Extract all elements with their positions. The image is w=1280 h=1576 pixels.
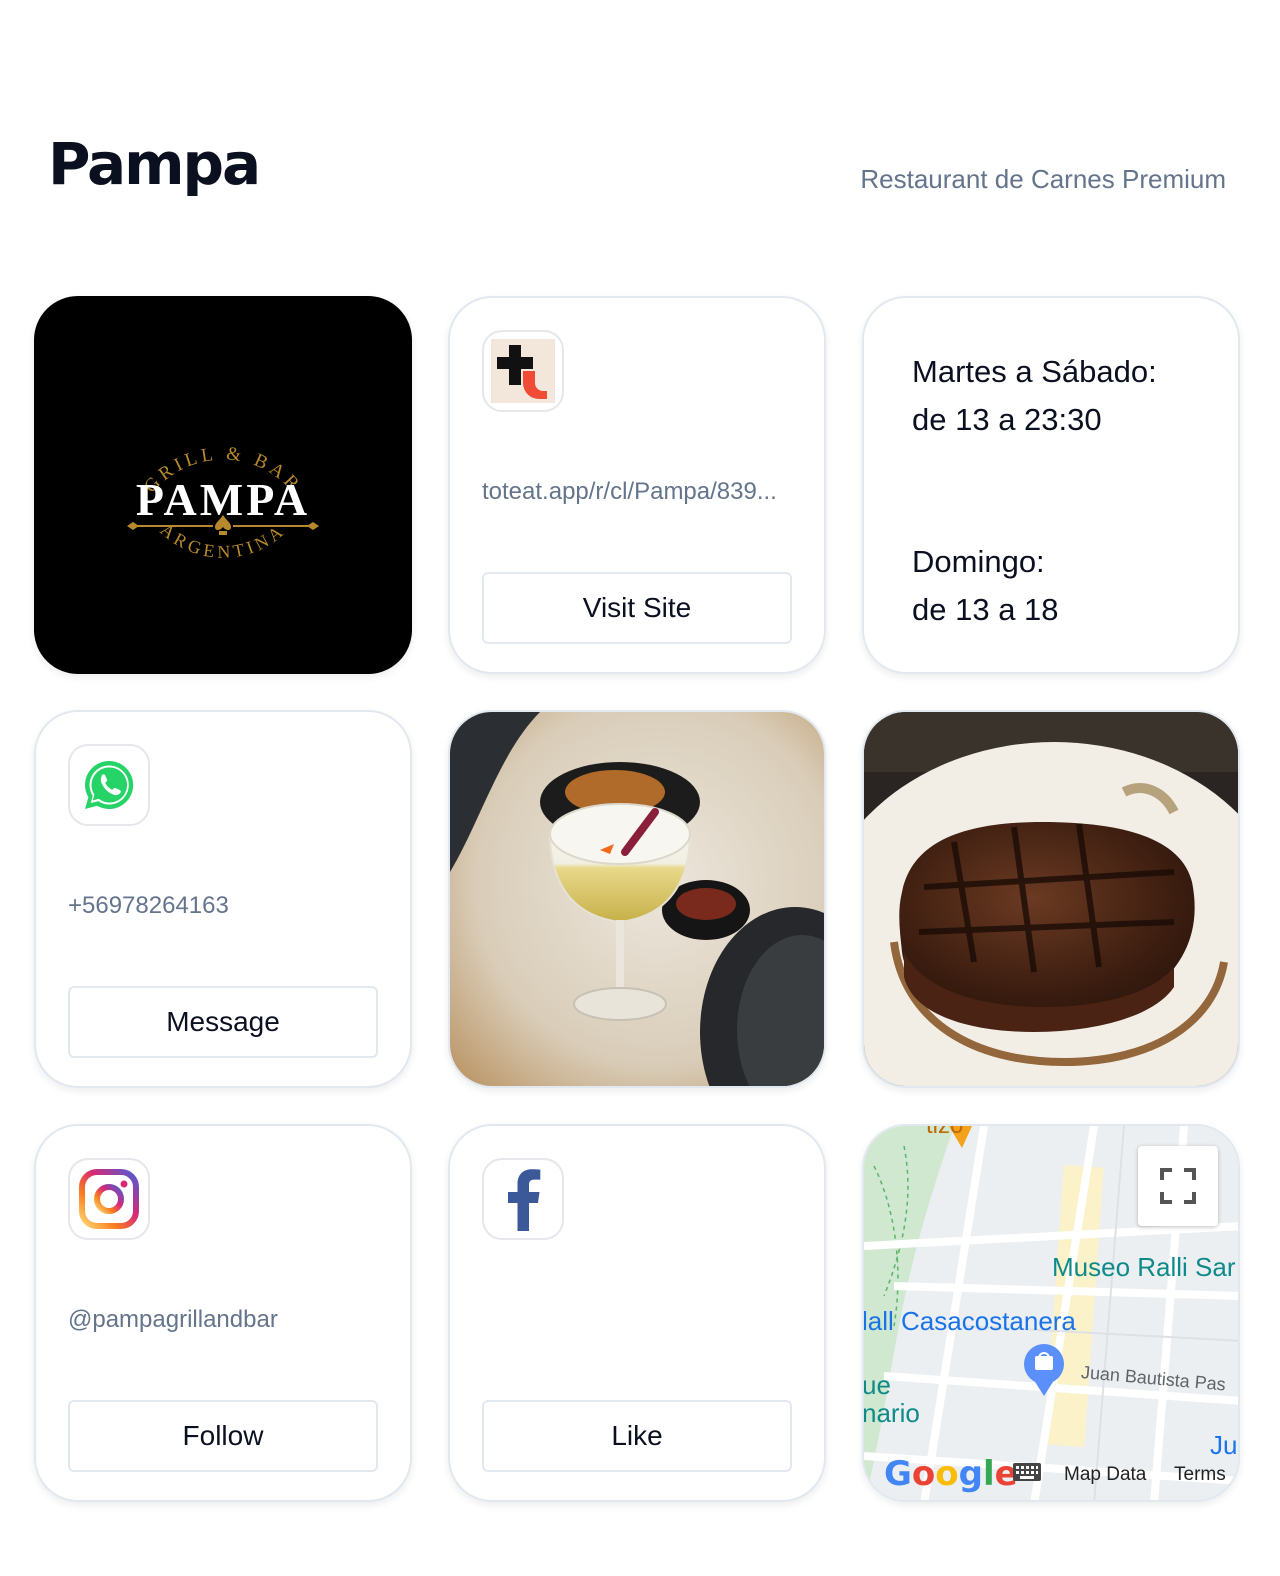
instagram-handle: @pampagrillandbar <box>68 1306 278 1333</box>
facebook-card[interactable]: Like <box>448 1124 826 1502</box>
steak-photo-card[interactable] <box>862 710 1240 1088</box>
map-label-mall: lall Casacostanera <box>862 1306 1076 1336</box>
map-label-museo: Museo Ralli Sar <box>1052 1252 1236 1282</box>
fullscreen-icon <box>1160 1168 1196 1204</box>
hours-sunday-label: Domingo: <box>912 544 1045 579</box>
link-grid: GRILL & BAR PAMPA ARGENTINA toteat.app/r… <box>34 296 1242 1502</box>
whatsapp-card[interactable]: +56978264163 Message <box>34 710 412 1088</box>
message-button[interactable]: Message <box>68 986 378 1058</box>
fullscreen-button[interactable] <box>1138 1146 1218 1226</box>
hours-card: Martes a Sábado: de 13 a 23:30 Domingo: … <box>862 296 1240 674</box>
map-label-tizo: tizo <box>926 1124 964 1139</box>
hours-weekdays-time: de 13 a 23:30 <box>912 402 1102 437</box>
page-subtitle: Restaurant de Carnes Premium <box>860 164 1226 194</box>
map-label-ue: ue <box>862 1370 891 1400</box>
map-data-link[interactable]: Map Data <box>1064 1464 1146 1486</box>
whatsapp-icon <box>68 744 150 826</box>
website-card[interactable]: toteat.app/r/cl/Pampa/839... Visit Site <box>448 296 826 674</box>
hours-weekdays: Martes a Sábado: de 13 a 23:30 <box>912 348 1208 444</box>
instagram-card[interactable]: @pampagrillandbar Follow <box>34 1124 412 1502</box>
google-logo: Google <box>884 1454 1018 1494</box>
logo-card: GRILL & BAR PAMPA ARGENTINA <box>34 296 412 674</box>
website-url: toteat.app/r/cl/Pampa/839... <box>482 478 777 505</box>
page-title: Pampa <box>48 130 261 198</box>
page-header: Pampa Restaurant de Carnes Premium <box>0 0 1280 260</box>
whatsapp-phone: +56978264163 <box>68 892 229 919</box>
restaurant-logo: GRILL & BAR PAMPA ARGENTINA <box>36 298 410 672</box>
cocktail-photo-card[interactable] <box>448 710 826 1088</box>
facebook-icon <box>482 1158 564 1240</box>
cocktail-photo <box>450 712 824 1086</box>
hours-sunday-time: de 13 a 18 <box>912 592 1059 627</box>
map-terms-link[interactable]: Terms <box>1174 1464 1226 1486</box>
hours-sunday: Domingo: de 13 a 18 <box>912 538 1208 634</box>
map-canvas[interactable]: tizo Museo Ralli Sar lall Casacostanera … <box>864 1126 1238 1500</box>
like-button[interactable]: Like <box>482 1400 792 1472</box>
follow-button[interactable]: Follow <box>68 1400 378 1472</box>
toteat-icon <box>482 330 564 412</box>
steak-photo <box>864 712 1238 1086</box>
hours-weekdays-label: Martes a Sábado: <box>912 354 1157 389</box>
keyboard-icon[interactable] <box>1012 1462 1042 1487</box>
visit-site-button[interactable]: Visit Site <box>482 572 792 644</box>
map-label-nario: nario <box>862 1398 920 1428</box>
instagram-icon <box>68 1158 150 1240</box>
map-card[interactable]: tizo Museo Ralli Sar lall Casacostanera … <box>862 1124 1240 1502</box>
map-footer: Google Map Data Terms <box>864 1450 1238 1500</box>
